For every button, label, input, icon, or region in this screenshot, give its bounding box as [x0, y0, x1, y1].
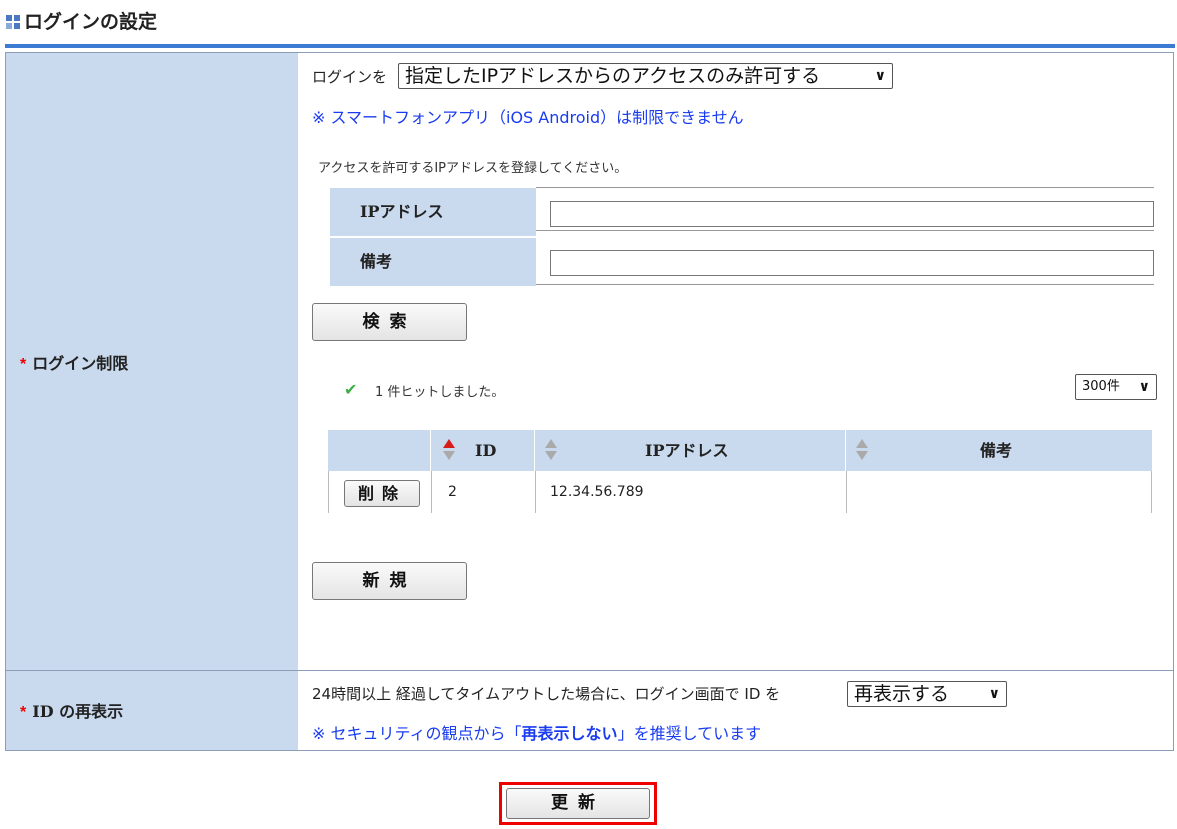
result-count: 1 件ヒットしました。: [375, 385, 505, 400]
row-ip: 12.34.56.789: [550, 484, 644, 500]
check-icon: ✔: [344, 380, 358, 399]
login-restriction-label: * ログイン制限: [20, 354, 129, 373]
id-redisplay-select[interactable]: 再表示する ∨: [847, 681, 1007, 707]
required-mark: *: [20, 356, 27, 373]
page-title-text: ログインの設定: [24, 11, 158, 33]
chevron-down-icon: ∨: [1138, 379, 1150, 395]
required-mark: *: [20, 704, 27, 721]
search-button[interactable]: 検索: [312, 303, 467, 341]
ip-instruction: アクセスを許可するIPアドレスを登録してください。: [318, 161, 628, 176]
chevron-down-icon: ∨: [874, 68, 886, 84]
new-button[interactable]: 新規: [312, 562, 467, 600]
page-title: ログインの設定: [6, 10, 157, 34]
sort-icon: [856, 439, 868, 461]
ip-column-header[interactable]: IPアドレス: [535, 430, 846, 471]
id-redisplay-text: 24時間以上 経過してタイムアウトした場合に、ログイン画面で ID を: [312, 685, 781, 703]
delete-button[interactable]: 削除: [344, 480, 420, 507]
remarks-input[interactable]: [550, 250, 1154, 276]
login-restriction-label-cell: * ログイン制限: [6, 53, 298, 670]
title-underline: [5, 44, 1175, 48]
smartphone-note: ※ スマートフォンアプリ（iOS Android）は制限できません: [312, 108, 744, 127]
remarks-label: 備考: [330, 238, 536, 286]
chevron-down-icon: ∨: [988, 686, 1000, 702]
ip-address-input[interactable]: [550, 201, 1154, 227]
row-id: 2: [448, 484, 457, 500]
remarks-column-header[interactable]: 備考: [846, 430, 1152, 471]
ip-address-label: IPアドレス: [330, 188, 536, 236]
update-button-highlight: 更新: [499, 782, 657, 825]
security-note: ※ セキュリティの観点から「再表示しない」を推奨しています: [312, 724, 762, 743]
id-column-header[interactable]: ID: [431, 430, 535, 471]
search-panel: IPアドレス 備考: [322, 184, 1154, 286]
login-prefix-text: ログインを: [312, 68, 388, 86]
login-mode-select[interactable]: 指定したIPアドレスからのアクセスのみ許可する ∨: [398, 63, 893, 89]
grid-icon: [6, 15, 20, 29]
update-button[interactable]: 更新: [506, 788, 650, 819]
id-redisplay-label-cell: * ID の再表示: [6, 671, 298, 750]
action-column-header: [328, 430, 431, 471]
sort-icon: [545, 439, 557, 461]
sort-icon: [443, 439, 455, 461]
id-redisplay-label: * ID の再表示: [20, 702, 124, 721]
per-page-select[interactable]: 300件 ∨: [1075, 374, 1157, 400]
